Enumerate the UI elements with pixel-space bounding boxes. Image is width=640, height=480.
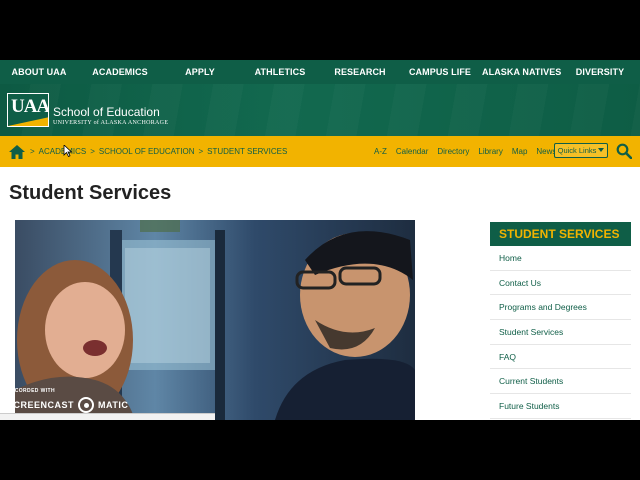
chevron-down-icon [598, 148, 605, 152]
uaa-logo[interactable]: UAA [7, 93, 49, 127]
breadcrumb-school-of-education[interactable]: SCHOOL OF EDUCATION [99, 147, 195, 156]
link-a-z[interactable]: A-Z [374, 147, 387, 156]
top-navigation: ABOUT UAA ACADEMICS APPLY ATHLETICS RESE… [0, 60, 640, 84]
sidebar-heading[interactable]: STUDENT SERVICES [490, 222, 631, 246]
nav-research[interactable]: RESEARCH [322, 67, 398, 77]
sidebar-item-current-students[interactable]: Current Students [490, 369, 631, 395]
breadcrumb-separator: > [198, 147, 204, 156]
nav-apply[interactable]: APPLY [162, 67, 238, 77]
search-icon[interactable] [616, 143, 632, 159]
quick-links-dropdown[interactable]: Quick Links [554, 143, 608, 158]
logo-text: UAA [11, 96, 49, 117]
sidebar-item-future-students[interactable]: Future Students [490, 394, 631, 419]
sidebar: STUDENT SERVICES Home Contact Us Program… [490, 222, 631, 419]
university-name: UNIVERSITY of ALASKA ANCHORAGE [53, 120, 169, 126]
school-name[interactable]: School of Education [53, 105, 160, 119]
watermark-right: MATIC [98, 400, 129, 410]
sidebar-item-home[interactable]: Home [490, 246, 631, 271]
nav-campus-life[interactable]: CAMPUS LIFE [398, 67, 482, 77]
breadcrumb-separator: > [30, 147, 35, 156]
watermark-recorded-with: RECORDED WITH [7, 388, 55, 394]
browser-status-bar [0, 413, 215, 420]
home-icon[interactable] [8, 144, 26, 160]
link-directory[interactable]: Directory [437, 147, 469, 156]
mouse-cursor-icon [63, 145, 73, 157]
nav-about-uaa[interactable]: ABOUT UAA [0, 67, 78, 77]
link-calendar[interactable]: Calendar [396, 147, 428, 156]
link-library[interactable]: Library [478, 147, 502, 156]
nav-alaska-natives[interactable]: ALASKA NATIVES [482, 67, 561, 77]
sidebar-item-contact-us[interactable]: Contact Us [490, 271, 631, 296]
sidebar-item-programs-and-degrees[interactable]: Programs and Degrees [490, 295, 631, 321]
nav-academics[interactable]: ACADEMICS [78, 67, 162, 77]
screencast-watermark: RECORDED WITH SCREENCAST MATIC [7, 388, 128, 413]
screencast-logo-icon [78, 397, 95, 413]
watermark-left: SCREENCAST [7, 400, 75, 410]
utility-links: A-Z Calendar Directory Library Map News [374, 147, 556, 156]
quick-links-label: Quick Links [557, 146, 597, 155]
sidebar-item-student-services[interactable]: Student Services [490, 320, 631, 345]
breadcrumb-separator: > [90, 147, 95, 156]
page-title: Student Services [9, 182, 172, 204]
breadcrumb-bar: > ACADEMICS > SCHOOL OF EDUCATION > STUD… [0, 136, 640, 167]
browser-viewport: ABOUT UAA ACADEMICS APPLY ATHLETICS RESE… [0, 60, 640, 420]
nav-athletics[interactable]: ATHLETICS [238, 67, 322, 77]
watermark-logo: SCREENCAST MATIC [7, 397, 128, 413]
site-banner: UAA School of Education UNIVERSITY of AL… [0, 84, 640, 136]
sidebar-item-faq[interactable]: FAQ [490, 345, 631, 370]
link-map[interactable]: Map [512, 147, 528, 156]
breadcrumb-student-services: STUDENT SERVICES [207, 147, 288, 156]
nav-diversity[interactable]: DIVERSITY [560, 67, 640, 77]
logo-gold-accent [8, 117, 48, 126]
